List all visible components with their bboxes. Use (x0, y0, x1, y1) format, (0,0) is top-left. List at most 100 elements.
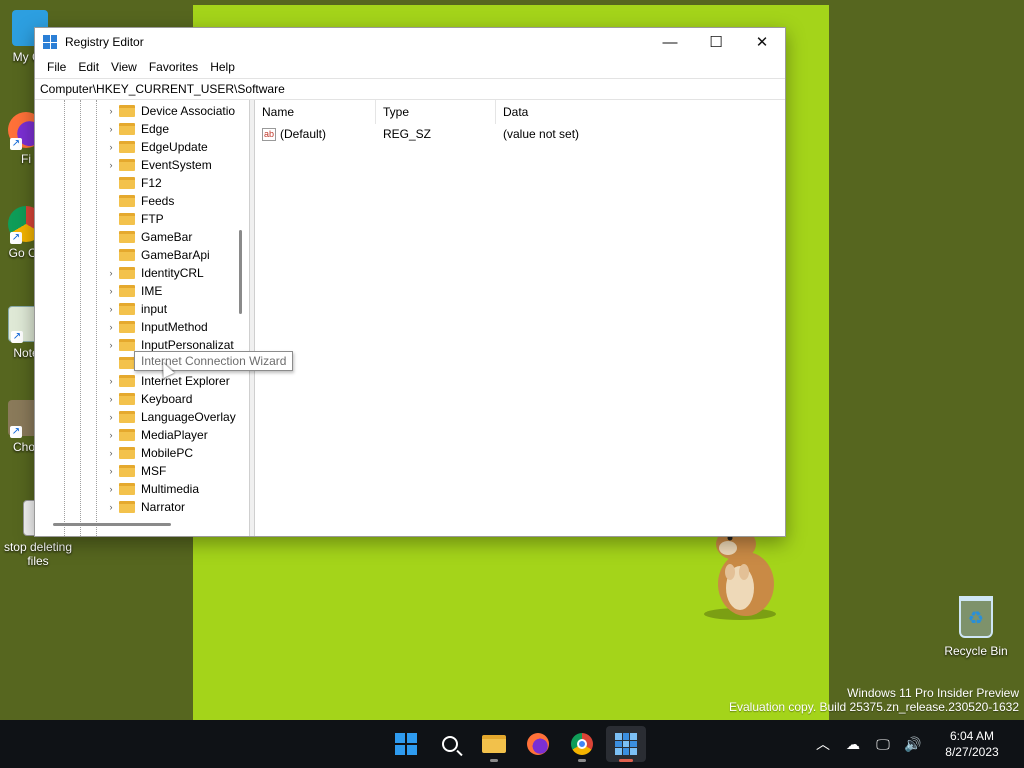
tree-item-label: MSF (141, 464, 167, 478)
title-bar[interactable]: Registry Editor — ☐ ✕ (35, 28, 785, 56)
chevron-right-icon[interactable]: › (105, 124, 117, 134)
tree-item[interactable]: Feeds (105, 192, 174, 210)
chevron-right-icon[interactable]: › (105, 340, 117, 350)
tree-item[interactable]: › Multimedia (105, 480, 200, 498)
desktop-icon-recycle-bin[interactable]: ♻ Recycle Bin (940, 596, 1012, 658)
tree-item[interactable]: GameBar (105, 228, 192, 246)
cloud-off-icon[interactable]: ☁ (838, 720, 868, 768)
chevron-right-icon[interactable]: › (105, 412, 117, 422)
tree-item[interactable]: GameBarApi (105, 246, 210, 264)
start-button[interactable] (386, 726, 426, 762)
registry-editor-window: Registry Editor — ☐ ✕ File Edit View Fav… (34, 27, 786, 537)
tree-item-label: EdgeUpdate (141, 140, 208, 154)
column-type[interactable]: Type (376, 100, 496, 124)
tree-item[interactable]: › Keyboard (105, 390, 193, 408)
folder-icon (119, 483, 135, 495)
menu-view[interactable]: View (105, 60, 143, 74)
chevron-right-icon[interactable]: › (105, 268, 117, 278)
watermark-build: Evaluation copy. Build 25375.zn_release.… (729, 700, 1019, 714)
tree-item[interactable]: › MobilePC (105, 444, 194, 462)
tree-item-label: Edge (141, 122, 170, 136)
taskbar-chrome[interactable] (562, 726, 602, 762)
folder-icon (119, 249, 135, 261)
chevron-right-icon[interactable]: › (105, 106, 117, 116)
folder-icon (119, 141, 135, 153)
desktop-icon-label: Recycle Bin (944, 644, 1008, 658)
taskbar-registry-editor[interactable] (606, 726, 646, 762)
chevron-right-icon[interactable]: › (105, 448, 117, 458)
clock[interactable]: 6:04 AM 8/27/2023 (928, 728, 1016, 760)
tree-item-label: MediaPlayer (141, 428, 208, 442)
tree-item[interactable]: › IME (105, 282, 163, 300)
registry-tree[interactable]: › Device Associatio › Edge › EdgeUpdate › Event… (35, 100, 250, 536)
tree-item[interactable]: › EdgeUpdate (105, 138, 208, 156)
menu-edit[interactable]: Edit (72, 60, 105, 74)
desktop-icon-label: stop deleting files (3, 540, 73, 568)
recycle-bin-icon: ♻ (959, 596, 993, 638)
regedit-icon (43, 35, 57, 49)
chevron-right-icon[interactable]: › (105, 160, 117, 170)
menu-help[interactable]: Help (204, 60, 241, 74)
tree-item[interactable]: › MediaPlayer (105, 426, 208, 444)
chevron-right-icon[interactable]: › (105, 322, 117, 332)
tree-item[interactable]: › InputMethod (105, 318, 208, 336)
tree-item[interactable]: › MSF (105, 462, 167, 480)
chevron-up-icon[interactable]: ︿ (808, 720, 838, 768)
values-list[interactable]: Name Type Data ab (Default) REG_SZ (valu… (255, 100, 785, 536)
column-data[interactable]: Data (496, 100, 616, 124)
menu-bar: File Edit View Favorites Help (35, 56, 785, 78)
tree-item-label: Keyboard (141, 392, 193, 406)
chevron-right-icon[interactable]: › (105, 502, 117, 512)
tree-item-label: Narrator (141, 500, 186, 514)
chevron-right-icon[interactable]: › (105, 466, 117, 476)
chevron-right-icon[interactable]: › (105, 484, 117, 494)
address-bar[interactable]: Computer\HKEY_CURRENT_USER\Software (35, 78, 785, 100)
search-button[interactable] (430, 726, 470, 762)
tree-item[interactable]: FTP (105, 210, 164, 228)
shortcut-arrow-icon: ↗ (10, 138, 22, 150)
tree-item-label: Feeds (141, 194, 175, 208)
chevron-right-icon[interactable]: › (105, 376, 117, 386)
tree-item-label: FTP (141, 212, 164, 226)
chevron-right-icon[interactable]: › (105, 286, 117, 296)
folder-icon (119, 465, 135, 477)
folder-icon (119, 105, 135, 117)
tree-horizontal-scrollbar[interactable] (53, 523, 171, 526)
chevron-right-icon[interactable]: › (105, 394, 117, 404)
window-title: Registry Editor (65, 35, 144, 49)
chevron-right-icon[interactable]: › (105, 304, 117, 314)
string-value-icon: ab (262, 127, 276, 141)
menu-file[interactable]: File (41, 60, 72, 74)
display-icon[interactable]: 🖵 (868, 720, 898, 768)
windows-watermark: Windows 11 Pro Insider Preview Evaluatio… (729, 686, 1019, 714)
tree-item-label: IdentityCRL (141, 266, 204, 280)
tree-item[interactable]: › Narrator (105, 498, 186, 516)
tree-item[interactable]: › IdentityCRL (105, 264, 204, 282)
column-name[interactable]: Name (255, 100, 376, 124)
tree-item[interactable]: › input (105, 300, 168, 318)
tree-item-label: MobilePC (141, 446, 194, 460)
watermark-edition: Windows 11 Pro Insider Preview (847, 686, 1019, 700)
folder-icon (119, 285, 135, 297)
close-button[interactable]: ✕ (739, 28, 785, 56)
volume-icon[interactable]: 🔊 (898, 720, 928, 768)
taskbar-firefox[interactable] (518, 726, 558, 762)
folder-icon (119, 393, 135, 405)
desktop-icon-label: Fi (21, 152, 31, 166)
maximize-button[interactable]: ☐ (693, 28, 739, 56)
menu-favorites[interactable]: Favorites (143, 60, 204, 74)
tree-vertical-scrollbar[interactable] (239, 230, 242, 314)
tree-item[interactable]: › Edge (105, 120, 170, 138)
tree-item[interactable]: › LanguageOverlay (105, 408, 236, 426)
value-row[interactable]: ab (Default) REG_SZ (value not set) (255, 124, 785, 144)
tree-item[interactable]: › EventSystem (105, 156, 212, 174)
tree-item[interactable]: › Device Associatio (105, 102, 236, 120)
minimize-button[interactable]: — (647, 28, 693, 56)
value-type: REG_SZ (383, 127, 432, 141)
folder-icon (119, 195, 135, 207)
chevron-right-icon[interactable]: › (105, 142, 117, 152)
folder-icon (119, 321, 135, 333)
tree-item[interactable]: F12 (105, 174, 162, 192)
chevron-right-icon[interactable]: › (105, 430, 117, 440)
taskbar-file-explorer[interactable] (474, 726, 514, 762)
